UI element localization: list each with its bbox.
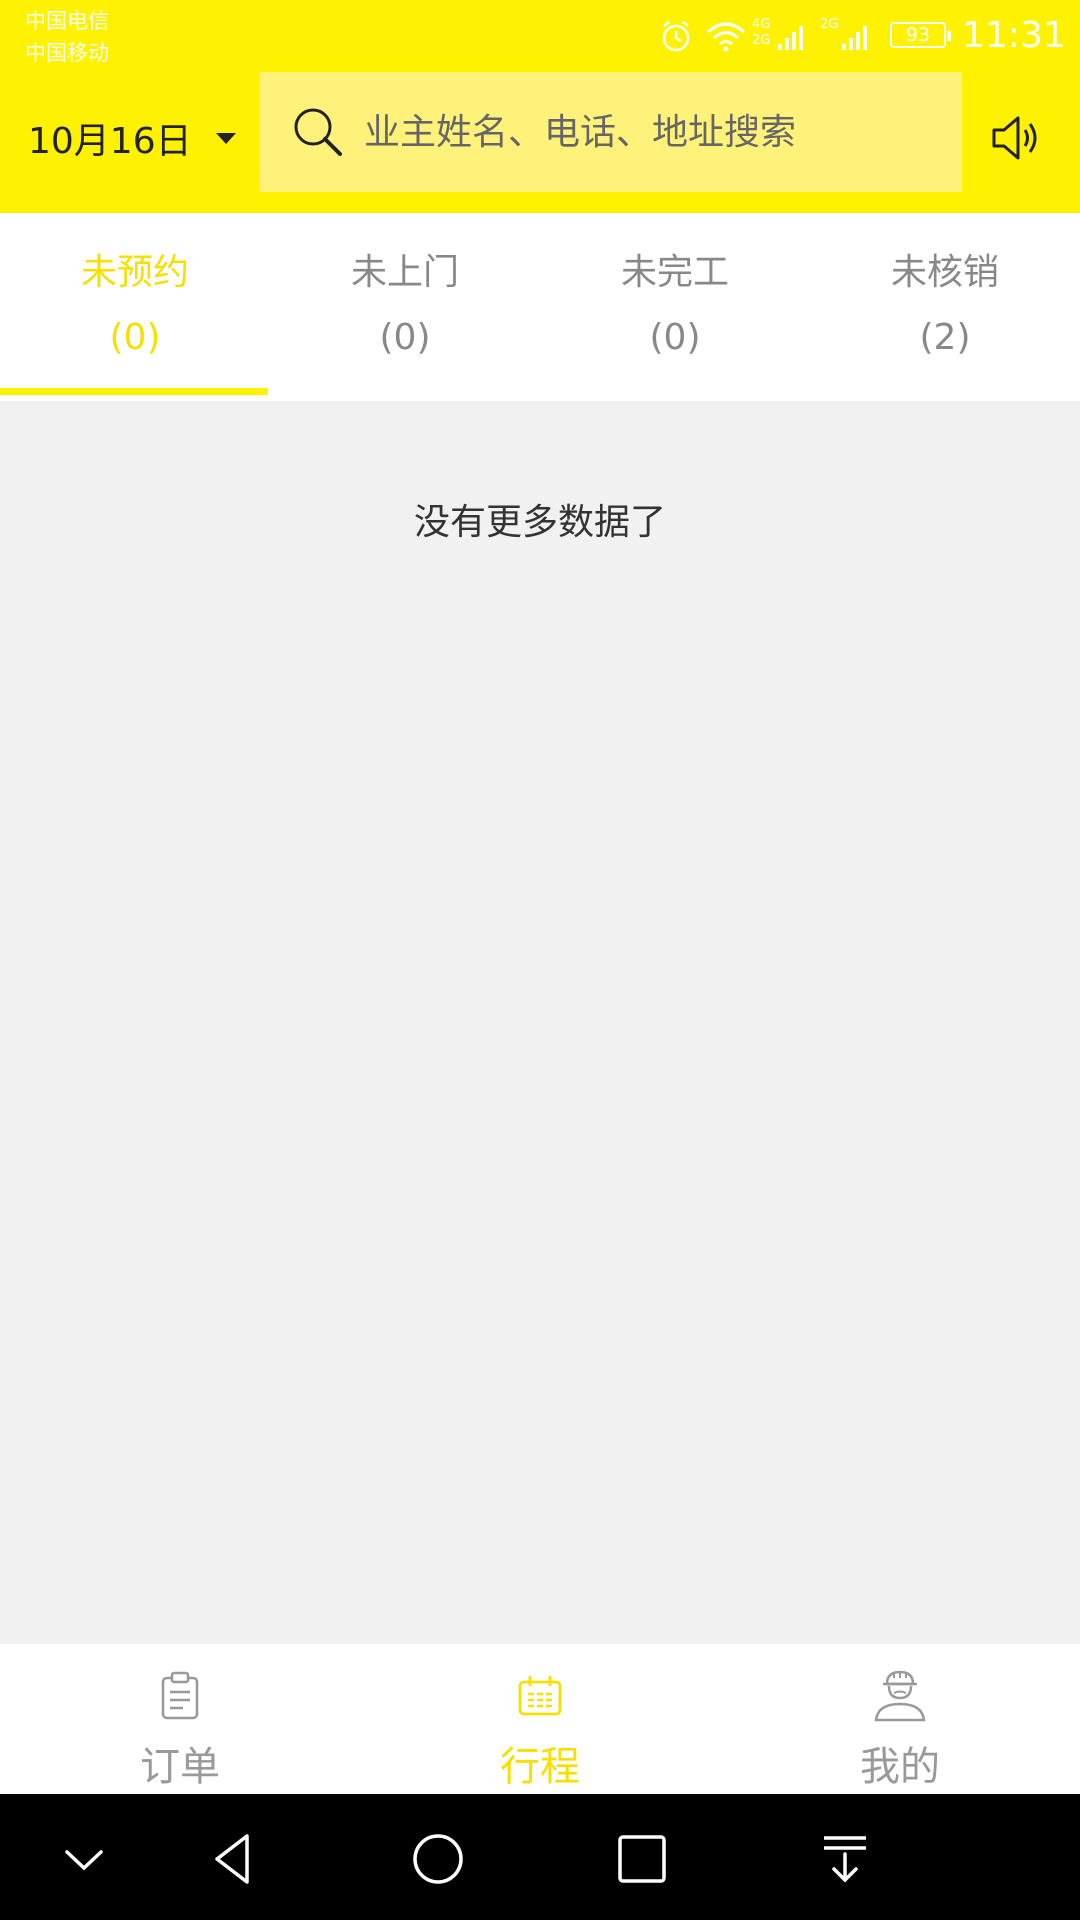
carrier-primary: 中国电信 [25,9,109,33]
tab-not-verified[interactable]: 未核销 (2) [810,213,1080,401]
speaker-icon[interactable] [988,110,1044,166]
alarm-icon [662,21,690,52]
tab-count: (0) [109,317,161,358]
worker-profile-icon [874,1670,926,1722]
tab-count: (2) [919,317,971,358]
chevron-down-icon[interactable] [57,1832,111,1886]
search-icon [294,108,342,156]
nav-label: 订单 [140,1744,220,1790]
tab-unscheduled[interactable]: 未预约 (0) [0,213,270,401]
date-label: 10月16日 [28,121,192,162]
wifi-icon [707,22,745,52]
tab-label: 未上门 [350,252,459,293]
nav-label: 行程 [500,1744,580,1790]
nav-item-profile[interactable]: 我的 [720,1644,1080,1794]
tab-not-completed[interactable]: 未完工 (0) [540,213,810,401]
tab-count: (0) [649,317,701,358]
tab-count: (0) [379,317,431,358]
tab-label: 未核销 [890,252,999,293]
empty-state-message: 没有更多数据了 [413,502,666,543]
calendar-icon [518,1676,562,1716]
battery-indicator: 93 [890,22,951,48]
network-type-label-sim2: 2G [820,17,839,32]
status-bar: 中国电信 中国移动 4G 2G 2G 93 11:31 [0,0,1080,70]
recent-apps-icon[interactable] [615,1832,669,1886]
clipboard-icon [161,1671,199,1720]
tab-label: 未预约 [80,252,189,293]
caret-down-icon [215,132,236,144]
date-picker[interactable]: 10月16日 [28,108,236,168]
nav-item-orders[interactable]: 订单 [0,1644,360,1794]
header-bar: 10月16日 [0,70,1080,213]
bottom-navigation: 订单 行程 我的 [0,1644,1080,1794]
network-type-label-secondary: 2G [752,33,771,48]
tab-label: 未完工 [620,252,729,293]
carrier-secondary: 中国移动 [25,41,109,65]
status-time: 11:31 [962,15,1066,56]
system-navigation-bar [0,1794,1080,1920]
tab-active-indicator [0,388,268,395]
order-list[interactable]: 没有更多数据了 [0,401,1080,1644]
tab-not-visited[interactable]: 未上门 (0) [270,213,540,401]
notification-pulldown-icon[interactable] [818,1832,872,1886]
home-icon[interactable] [411,1832,465,1886]
back-icon[interactable] [207,1832,261,1886]
status-tabs: 未预约 (0) 未上门 (0) 未完工 (0) 未核销 (2) [0,213,1080,401]
search-input[interactable] [362,101,946,163]
search-box[interactable] [260,72,962,192]
nav-item-schedule[interactable]: 行程 [360,1644,720,1794]
nav-label: 我的 [860,1744,940,1790]
